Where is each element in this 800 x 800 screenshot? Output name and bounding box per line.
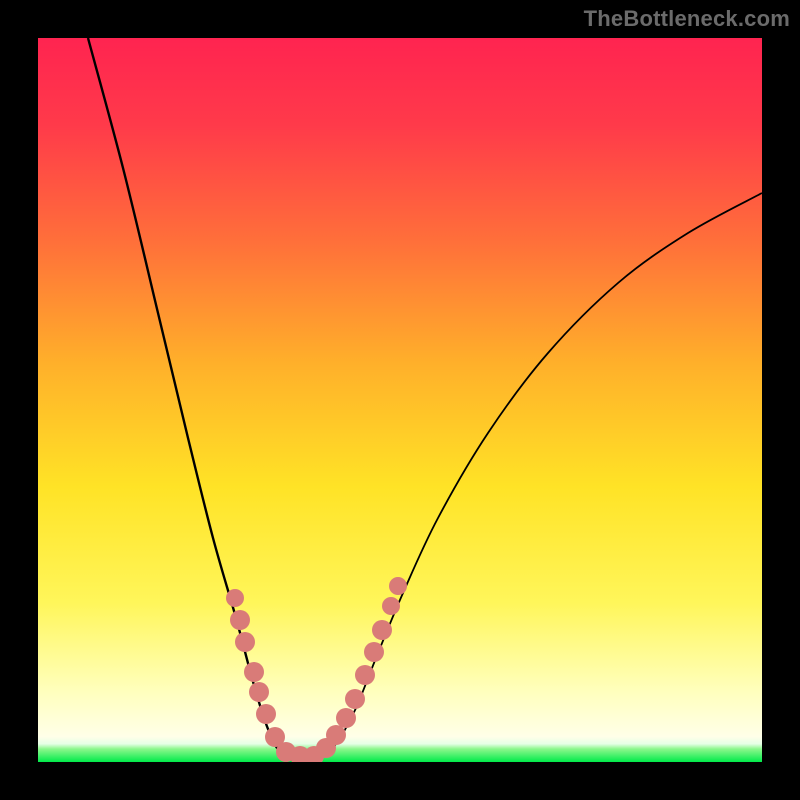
- curve-left: [88, 38, 308, 762]
- curve-layer: [38, 38, 762, 762]
- beads-group: [226, 577, 407, 762]
- bead: [336, 708, 356, 728]
- watermark-text: TheBottleneck.com: [584, 6, 790, 32]
- bead: [389, 577, 407, 595]
- bead: [355, 665, 375, 685]
- bead: [326, 725, 346, 745]
- bead: [345, 689, 365, 709]
- bead: [249, 682, 269, 702]
- bead: [364, 642, 384, 662]
- bead: [226, 589, 244, 607]
- plot-area: [38, 38, 762, 762]
- curve-right: [308, 193, 762, 762]
- bead: [382, 597, 400, 615]
- bead: [244, 662, 264, 682]
- bead: [235, 632, 255, 652]
- bead: [256, 704, 276, 724]
- bead: [230, 610, 250, 630]
- bead: [372, 620, 392, 640]
- chart-frame: TheBottleneck.com: [0, 0, 800, 800]
